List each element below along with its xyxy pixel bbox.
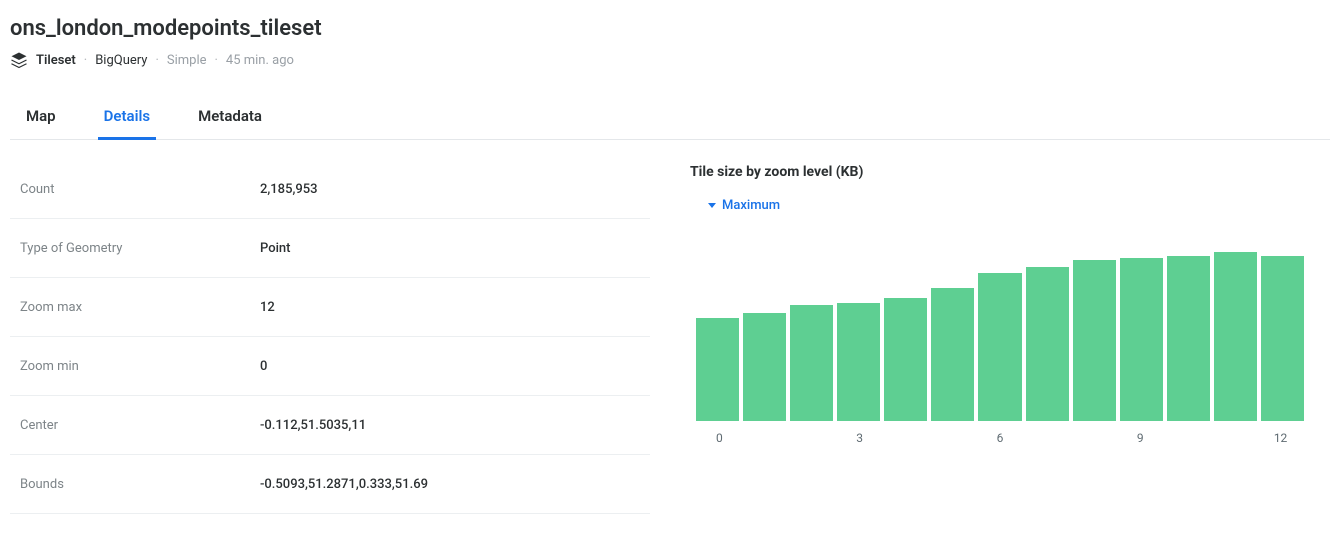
- x-tick: [1070, 431, 1117, 445]
- details-label: Zoom min: [10, 359, 260, 374]
- chart-bar: [837, 303, 880, 421]
- details-row: Type of GeometryPoint: [10, 219, 650, 278]
- tileset-icon: [10, 51, 28, 69]
- details-label: Type of Geometry: [10, 241, 260, 256]
- details-value: 12: [260, 300, 275, 315]
- details-label: Count: [10, 182, 260, 197]
- chart-bar: [743, 313, 786, 421]
- chart-bar: [1261, 256, 1304, 421]
- details-table: Count2,185,953Type of GeometryPointZoom …: [10, 160, 650, 514]
- meta-sep: ·: [84, 53, 87, 68]
- x-tick: [883, 431, 930, 445]
- details-row: Count2,185,953: [10, 160, 650, 219]
- meta-sep: ·: [215, 53, 218, 68]
- x-tick: [1023, 431, 1070, 445]
- details-value: 2,185,953: [260, 182, 318, 197]
- tabs: Map Details Metadata: [10, 97, 1330, 140]
- chart-bar: [931, 288, 974, 421]
- details-value: 0: [260, 359, 267, 374]
- x-tick: 12: [1257, 431, 1304, 445]
- details-label: Bounds: [10, 477, 260, 492]
- chart-bar: [1167, 256, 1210, 421]
- chart-bar: [884, 298, 927, 422]
- chart-bar: [790, 305, 833, 421]
- tab-map[interactable]: Map: [20, 97, 62, 140]
- details-row: Zoom max12: [10, 278, 650, 337]
- page-title: ons_london_modepoints_tileset: [10, 16, 1330, 41]
- bar-chart: 0 3 6 9 12: [690, 231, 1310, 445]
- details-row: Center-0.112,51.5035,11: [10, 396, 650, 455]
- x-tick: 6: [977, 431, 1024, 445]
- chart-bar: [696, 318, 739, 421]
- chart-legend-dropdown[interactable]: Maximum: [690, 198, 1310, 213]
- x-tick: [790, 431, 837, 445]
- meta-type: Tileset: [36, 53, 76, 68]
- x-tick: [1210, 431, 1257, 445]
- details-value: -0.5093,51.2871,0.333,51.69: [260, 477, 428, 492]
- details-value: Point: [260, 241, 290, 256]
- details-label: Zoom max: [10, 300, 260, 315]
- details-value: -0.112,51.5035,11: [260, 418, 366, 433]
- chart-bar: [978, 273, 1021, 421]
- meta-source: BigQuery: [95, 53, 147, 68]
- meta-mode: Simple: [167, 53, 207, 68]
- x-tick: 9: [1117, 431, 1164, 445]
- chart-legend-label: Maximum: [722, 198, 780, 213]
- details-row: Zoom min0: [10, 337, 650, 396]
- x-tick: 0: [696, 431, 743, 445]
- meta-sep: ·: [155, 53, 158, 68]
- chart-title: Tile size by zoom level (KB): [690, 164, 1310, 180]
- meta-age: 45 min. ago: [226, 53, 294, 68]
- x-tick: [1164, 431, 1211, 445]
- meta-row: Tileset · BigQuery · Simple · 45 min. ag…: [10, 51, 1330, 69]
- x-tick: 3: [836, 431, 883, 445]
- x-tick: [930, 431, 977, 445]
- details-row: Bounds-0.5093,51.2871,0.333,51.69: [10, 455, 650, 514]
- chart-bar: [1214, 252, 1257, 421]
- chart-bar: [1073, 260, 1116, 422]
- tab-details[interactable]: Details: [98, 97, 156, 140]
- chart-bar: [1120, 258, 1163, 421]
- tab-metadata[interactable]: Metadata: [192, 97, 268, 140]
- caret-down-icon: [708, 203, 716, 208]
- chart-bar: [1026, 267, 1069, 421]
- details-label: Center: [10, 418, 260, 433]
- x-tick: [743, 431, 790, 445]
